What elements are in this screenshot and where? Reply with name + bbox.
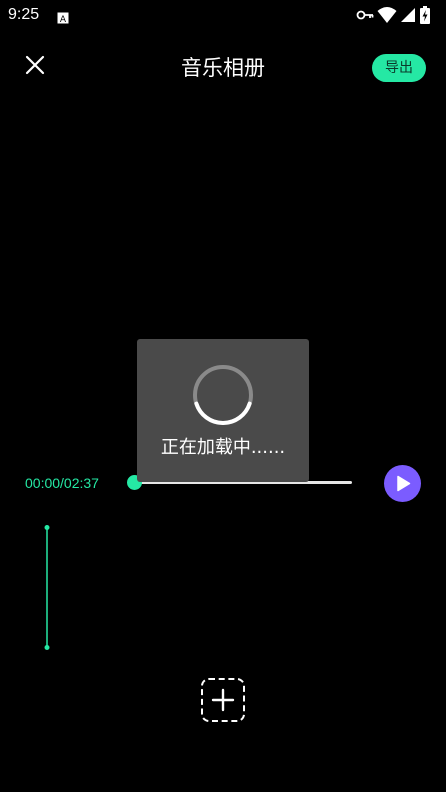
play-button[interactable]	[384, 465, 421, 502]
export-button[interactable]: 导出	[372, 54, 426, 82]
wifi-icon	[377, 7, 397, 23]
status-bar: 9:25 A	[0, 0, 446, 30]
time-readout: 00:00/02:37	[25, 475, 99, 491]
battery-charging-icon	[420, 6, 430, 24]
svg-text:A: A	[60, 15, 67, 24]
loading-spinner-icon	[193, 365, 253, 425]
clip-cursor[interactable]	[44, 525, 50, 651]
app-notification-icon: A	[57, 9, 69, 28]
status-icons	[356, 6, 436, 24]
loading-text: 正在加载中......	[160, 437, 286, 458]
key-icon	[356, 10, 374, 20]
add-media-button[interactable]	[201, 678, 245, 722]
signal-icon	[401, 8, 415, 22]
plus-icon	[211, 688, 235, 712]
status-time: 9:25	[8, 6, 40, 23]
play-icon	[397, 475, 411, 492]
loading-dialog: 正在加载中......	[137, 339, 309, 482]
title-bar: 音乐相册 导出	[0, 40, 446, 90]
